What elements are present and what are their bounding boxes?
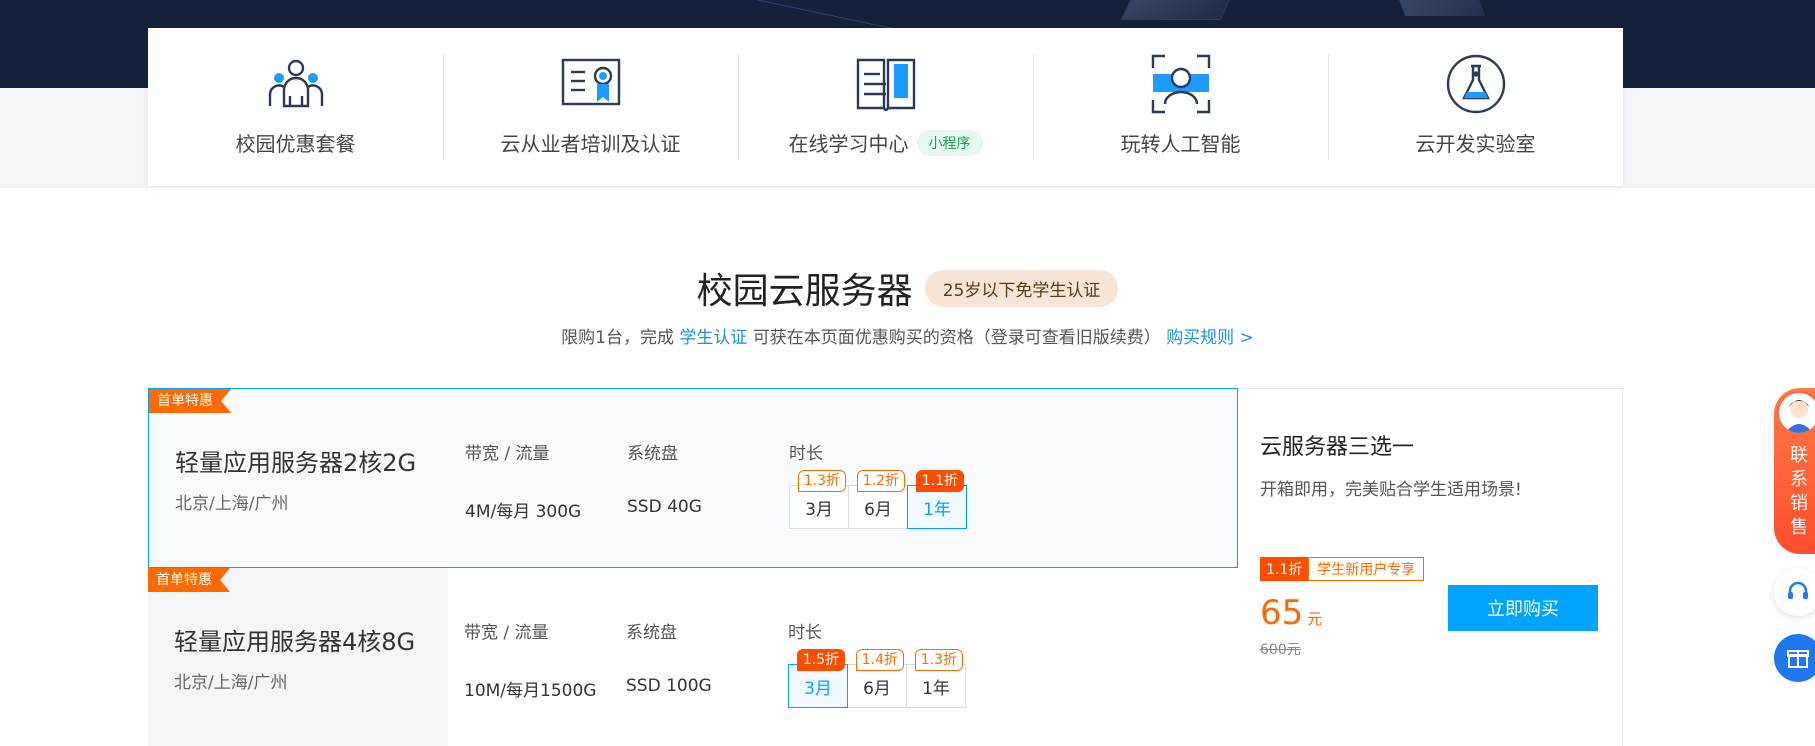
purchase-card-title: 云服务器三选一 bbox=[1260, 435, 1415, 460]
nav-label: 校园优惠套餐 bbox=[235, 132, 356, 156]
headset-icon bbox=[1788, 581, 1808, 599]
promo-discount: 1.1折 bbox=[1260, 557, 1309, 581]
contact-sales-label: 联系销售 bbox=[1790, 445, 1808, 538]
discount-badge: 1.1折 bbox=[915, 470, 964, 492]
duration-label: 3月 bbox=[805, 499, 833, 520]
nav-item-ai[interactable]: 玩转人工智能 bbox=[1033, 28, 1328, 186]
duration-option-1y[interactable]: 1.1折 1年 bbox=[907, 470, 967, 529]
price: 65 元 bbox=[1260, 593, 1322, 633]
product-region: 北京/上海/广州 bbox=[174, 673, 288, 693]
bandwidth-header: 带宽 / 流量 bbox=[465, 444, 550, 464]
buy-now-button[interactable]: 立即购买 bbox=[1448, 585, 1598, 631]
duration-options: 1.3折 3月 1.2折 6月 1.1折 1年 bbox=[789, 470, 967, 529]
discount-badge: 1.3折 bbox=[914, 649, 963, 671]
flask-icon bbox=[1446, 54, 1505, 114]
section-subtitle: 限购1台，完成 学生认证 可获在本页面优惠购买的资格（登录可查看旧版续费） 购买… bbox=[0, 323, 1815, 348]
bandwidth-header: 带宽 / 流量 bbox=[464, 623, 549, 643]
purchase-card-desc: 开箱即用，完美贴合学生适用场景! bbox=[1260, 480, 1522, 500]
subtitle-text: 限购1台，完成 bbox=[561, 328, 674, 348]
purchase-rules-link[interactable]: 购买规则 > bbox=[1166, 328, 1254, 348]
open-book-icon bbox=[856, 58, 915, 112]
age-exemption-tag: 25岁以下免学生认证 bbox=[924, 269, 1119, 307]
sales-avatar bbox=[1777, 391, 1815, 435]
section-title: 校园云服务器 bbox=[696, 271, 913, 312]
duration-options: 1.5折 3月 1.4折 6月 1.3折 1年 bbox=[788, 649, 966, 708]
duration-option-6m[interactable]: 1.4折 6月 bbox=[847, 649, 907, 708]
quick-nav-card: 校园优惠套餐 云从业者培训及认证 在线学习中心 小程序 玩转人工智能 云开发实验… bbox=[148, 28, 1623, 186]
discount-badge: 1.3折 bbox=[797, 470, 846, 492]
bandwidth-value: 10M/每月1500G bbox=[464, 681, 597, 701]
contact-sales-widget[interactable]: 联系销售 bbox=[1774, 388, 1815, 554]
student-auth-link[interactable]: 学生认证 bbox=[679, 328, 747, 348]
discount-badge: 1.4折 bbox=[855, 649, 904, 671]
product-name: 轻量应用服务器4核8G bbox=[174, 628, 416, 656]
disk-header: 系统盘 bbox=[627, 444, 678, 464]
people-group-icon bbox=[268, 59, 323, 108]
agent-avatar-icon bbox=[1785, 400, 1813, 433]
duration-label: 3月 bbox=[804, 678, 832, 699]
disk-value: SSD 100G bbox=[626, 676, 712, 696]
nav-label: 云从业者培训及认证 bbox=[500, 132, 681, 156]
product-row[interactable]: 首单特惠 轻量应用服务器4核8G 北京/上海/广州 带宽 / 流量 系统盘 时长… bbox=[148, 568, 1238, 746]
promo-label: 学生新用户专享 bbox=[1308, 557, 1425, 581]
duration-option-1y[interactable]: 1.3折 1年 bbox=[906, 649, 966, 708]
duration-option-6m[interactable]: 1.2折 6月 bbox=[848, 470, 908, 529]
duration-option-3m[interactable]: 1.3折 3月 bbox=[789, 470, 849, 529]
duration-label: 6月 bbox=[863, 678, 891, 699]
purchase-card: 云服务器三选一 开箱即用，完美贴合学生适用场景! 1.1折 学生新用户专享 65… bbox=[1238, 388, 1623, 746]
certificate-icon bbox=[561, 58, 620, 106]
nav-label: 云开发实验室 bbox=[1415, 132, 1536, 156]
product-name: 轻量应用服务器2核2G bbox=[175, 449, 417, 477]
duration-header: 时长 bbox=[789, 444, 823, 464]
gift-button[interactable] bbox=[1774, 634, 1815, 682]
duration-header: 时长 bbox=[788, 623, 822, 643]
face-scan-icon bbox=[1151, 54, 1210, 114]
price-unit: 元 bbox=[1307, 610, 1323, 628]
first-order-ribbon: 首单特惠 bbox=[149, 389, 231, 413]
product-row[interactable]: 首单特惠 轻量应用服务器2核2G 北京/上海/广州 带宽 / 流量 系统盘 时长… bbox=[148, 388, 1238, 568]
duration-label: 6月 bbox=[864, 499, 892, 520]
nav-item-online-learning[interactable]: 在线学习中心 小程序 bbox=[738, 28, 1033, 186]
duration-label: 1年 bbox=[923, 499, 951, 520]
mini-program-badge[interactable]: 小程序 bbox=[916, 129, 983, 156]
discount-badge: 1.2折 bbox=[856, 470, 905, 492]
customer-service-button[interactable] bbox=[1774, 568, 1815, 616]
subtitle-text: 可获在本页面优惠购买的资格（登录可查看旧版续费） bbox=[752, 328, 1161, 348]
product-info-cell: 首单特惠 轻量应用服务器4核8G 北京/上海/广州 bbox=[148, 568, 448, 746]
product-region: 北京/上海/广州 bbox=[175, 494, 289, 514]
price-value: 65 bbox=[1260, 593, 1304, 633]
first-order-ribbon: 首单特惠 bbox=[148, 568, 230, 592]
nav-item-cloud-lab[interactable]: 云开发实验室 bbox=[1328, 28, 1623, 186]
disk-value: SSD 40G bbox=[627, 497, 702, 517]
duration-option-3m[interactable]: 1.5折 3月 bbox=[788, 649, 848, 708]
nav-item-campus-package[interactable]: 校园优惠套餐 bbox=[148, 28, 443, 186]
nav-item-certification[interactable]: 云从业者培训及认证 bbox=[443, 28, 738, 186]
section-header: 校园云服务器 25岁以下免学生认证 bbox=[0, 262, 1815, 314]
duration-label: 1年 bbox=[922, 678, 950, 699]
banner-decoration bbox=[1394, 0, 1486, 16]
bandwidth-value: 4M/每月 300G bbox=[465, 502, 582, 522]
nav-label: 在线学习中心 小程序 bbox=[789, 128, 983, 157]
original-price: 600元 bbox=[1260, 642, 1301, 658]
gift-icon bbox=[1787, 650, 1809, 668]
disk-header: 系统盘 bbox=[626, 623, 677, 643]
product-info-cell: 首单特惠 轻量应用服务器2核2G 北京/上海/广州 bbox=[149, 389, 449, 567]
discount-badge: 1.5折 bbox=[796, 649, 845, 671]
nav-label: 玩转人工智能 bbox=[1120, 132, 1241, 156]
product-table: 首单特惠 轻量应用服务器2核2G 北京/上海/广州 带宽 / 流量 系统盘 时长… bbox=[148, 388, 1623, 746]
promo-tag: 1.1折 学生新用户专享 bbox=[1260, 557, 1425, 581]
banner-decoration bbox=[1120, 0, 1240, 20]
